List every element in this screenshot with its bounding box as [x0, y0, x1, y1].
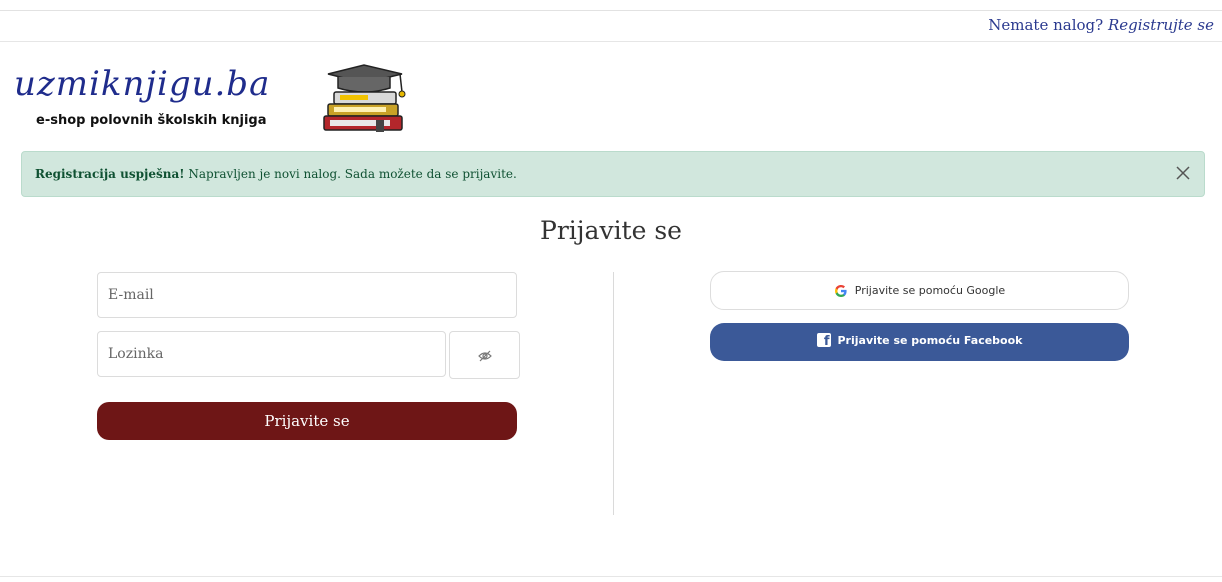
login-button[interactable]: Prijavite se [97, 402, 517, 440]
alert-text: Registracija uspješna! Napravljen je nov… [35, 167, 517, 181]
top-bar: Nemate nalog? Registrujte se [0, 11, 1222, 42]
books-graduation-cap-icon [323, 64, 406, 132]
register-question: Nemate nalog? [988, 16, 1104, 34]
google-login-button[interactable]: Prijavite se pomoću Google [710, 271, 1129, 310]
site-logo[interactable]: uzmiknjigu.ba e-shop polovnih školskih k… [14, 64, 414, 139]
google-login-label: Prijavite se pomoću Google [854, 284, 1006, 297]
logo-brand-text: uzmiknjigu.ba [14, 64, 271, 104]
logo-tagline: e-shop polovnih školskih knjiga [36, 113, 267, 128]
close-icon[interactable] [1174, 164, 1192, 182]
toggle-password-button[interactable] [449, 331, 520, 379]
bottom-border [0, 576, 1222, 577]
page-title: Prijavite se [540, 216, 682, 245]
success-alert: Registracija uspješna! Napravljen je nov… [21, 151, 1205, 197]
alert-message: Napravljen je novi nalog. Sada možete da… [188, 167, 517, 181]
alert-strong: Registracija uspješna! [35, 167, 185, 181]
password-field[interactable] [97, 331, 446, 377]
register-link[interactable]: Registrujte se [1108, 16, 1214, 34]
eye-slash-icon [478, 350, 492, 362]
vertical-divider [613, 272, 614, 515]
facebook-login-label: Prijavite se pomoću Facebook [837, 333, 1023, 347]
facebook-login-button[interactable]: f Prijavite se pomoću Facebook [710, 323, 1129, 361]
google-icon [834, 284, 847, 297]
register-prompt: Nemate nalog? Registrujte se [988, 16, 1214, 34]
email-field[interactable] [97, 272, 517, 318]
facebook-icon: f [816, 333, 831, 349]
